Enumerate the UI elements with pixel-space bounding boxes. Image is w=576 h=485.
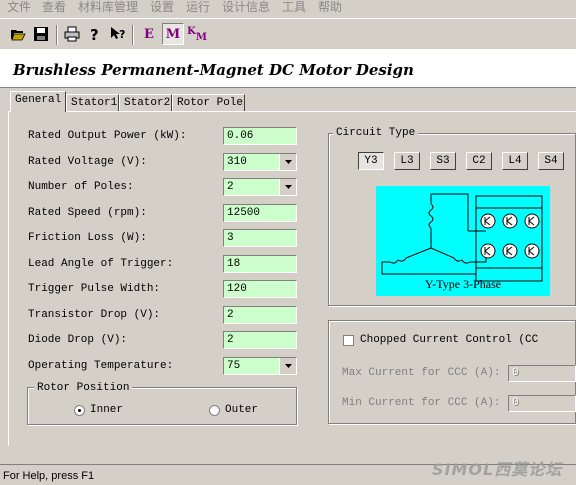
- menu-help[interactable]: 帮助: [318, 0, 342, 15]
- title-strip: Brushless Permanent-Magnet DC Motor Desi…: [0, 49, 576, 88]
- friction-loss-label: Friction Loss (W):: [28, 232, 147, 244]
- circuit-diagram-caption: Y-Type 3-Phase: [424, 277, 502, 291]
- circuit-l3-button[interactable]: L3: [394, 152, 420, 170]
- transistor-drop-label: Transistor Drop (V):: [28, 309, 161, 321]
- friction-loss-input[interactable]: 3: [223, 229, 297, 247]
- menu-settings[interactable]: 设置: [150, 0, 174, 15]
- rotor-outer-radio[interactable]: [209, 405, 220, 416]
- tab-general[interactable]: General: [10, 91, 66, 112]
- menu-file[interactable]: 文件: [7, 0, 31, 15]
- rotor-outer-label[interactable]: Outer: [225, 404, 258, 416]
- e-mode-button[interactable]: E: [138, 23, 160, 45]
- help-button[interactable]: ?: [84, 23, 106, 45]
- min-current-label: Min Current for CCC (A):: [342, 397, 501, 409]
- transistor-drop-input[interactable]: 2: [223, 306, 297, 324]
- number-of-poles-value: 2: [227, 181, 234, 193]
- menu-tools[interactable]: 工具: [282, 0, 306, 15]
- m-mode-label: M: [165, 26, 181, 42]
- circuit-s4-button[interactable]: S4: [538, 152, 564, 170]
- circuit-diagram: Y-Type 3-Phase: [376, 186, 550, 296]
- km-mode-button[interactable]: KM: [186, 23, 208, 45]
- menu-design-info[interactable]: 设计信息: [222, 0, 270, 15]
- chevron-down-icon[interactable]: [279, 358, 296, 374]
- lead-angle-input[interactable]: 18: [223, 255, 297, 273]
- circuit-type-title: Circuit Type: [333, 127, 419, 139]
- print-icon: [64, 26, 80, 42]
- chevron-down-icon[interactable]: [279, 179, 296, 195]
- save-icon: [34, 27, 48, 41]
- diode-drop-label: Diode Drop (V):: [28, 334, 128, 346]
- save-button[interactable]: [30, 23, 52, 45]
- toolbar: ? ? E M KM: [0, 18, 576, 50]
- rotor-position-title: Rotor Position: [34, 382, 133, 394]
- rated-voltage-value: 310: [227, 156, 247, 168]
- status-text: For Help, press F1: [3, 470, 95, 482]
- open-icon: [11, 30, 26, 41]
- number-of-poles-select[interactable]: 2: [223, 178, 297, 196]
- trigger-pulse-width-input[interactable]: 120: [223, 280, 297, 298]
- chevron-down-icon[interactable]: [279, 154, 296, 170]
- max-current-label: Max Current for CCC (A):: [342, 367, 501, 379]
- rotor-inner-label[interactable]: Inner: [90, 404, 123, 416]
- circuit-s3-button[interactable]: S3: [430, 152, 456, 170]
- trigger-pulse-width-label: Trigger Pulse Width:: [28, 283, 161, 295]
- rated-output-power-input[interactable]: 0.06: [223, 127, 297, 145]
- rated-voltage-label: Rated Voltage (V):: [28, 156, 147, 168]
- open-button[interactable]: [7, 23, 29, 45]
- menu-bar: 文件 查看 材料库管理 设置 运行 设计信息 工具 帮助: [0, 0, 576, 15]
- circuit-c2-button[interactable]: C2: [466, 152, 492, 170]
- menu-view[interactable]: 查看: [42, 0, 66, 15]
- km-mode-label: K: [187, 25, 196, 37]
- chopped-current-checkbox[interactable]: [343, 335, 354, 346]
- tab-stator1[interactable]: Stator1: [66, 94, 119, 111]
- svg-text:?: ?: [119, 28, 125, 41]
- menu-run[interactable]: 运行: [186, 0, 210, 15]
- rated-speed-input[interactable]: 12500: [223, 204, 297, 222]
- watermark-logo: SIMOL西莫论坛: [432, 460, 563, 479]
- number-of-poles-label: Number of Poles:: [28, 181, 134, 193]
- circuit-l4-button[interactable]: L4: [502, 152, 528, 170]
- rated-voltage-select[interactable]: 310: [223, 153, 297, 171]
- circuit-y3-button[interactable]: Y3: [358, 152, 384, 170]
- context-help-button[interactable]: ?: [107, 23, 129, 45]
- context-help-icon: ?: [111, 27, 125, 41]
- e-mode-label: E: [144, 26, 154, 42]
- toolbar-separator: [132, 25, 134, 45]
- tab-rotor-pole[interactable]: Rotor Pole: [172, 94, 245, 111]
- lead-angle-label: Lead Angle of Trigger:: [28, 258, 174, 270]
- m-mode-button[interactable]: M: [162, 23, 184, 45]
- print-button[interactable]: [61, 23, 83, 45]
- diode-drop-input[interactable]: 2: [223, 331, 297, 349]
- min-current-input[interactable]: 0: [508, 395, 576, 412]
- menu-material-library[interactable]: 材料库管理: [78, 0, 138, 15]
- km-mode-sub: M: [195, 31, 207, 43]
- rated-output-power-label: Rated Output Power (kW):: [28, 130, 187, 142]
- operating-temperature-label: Operating Temperature:: [28, 360, 174, 372]
- chopped-current-label[interactable]: Chopped Current Control (CC: [360, 334, 538, 346]
- tab-stator2[interactable]: Stator2: [119, 94, 172, 111]
- rotor-inner-radio[interactable]: [74, 405, 85, 416]
- help-icon: ?: [90, 26, 99, 42]
- toolbar-separator: [56, 25, 58, 45]
- operating-temperature-select[interactable]: 75: [223, 357, 297, 375]
- rated-speed-label: Rated Speed (rpm):: [28, 207, 147, 219]
- operating-temperature-value: 75: [227, 360, 241, 372]
- page-title: Brushless Permanent-Magnet DC Motor Desi…: [13, 61, 414, 79]
- max-current-input[interactable]: 0: [508, 365, 576, 382]
- svg-text:?: ?: [90, 26, 99, 42]
